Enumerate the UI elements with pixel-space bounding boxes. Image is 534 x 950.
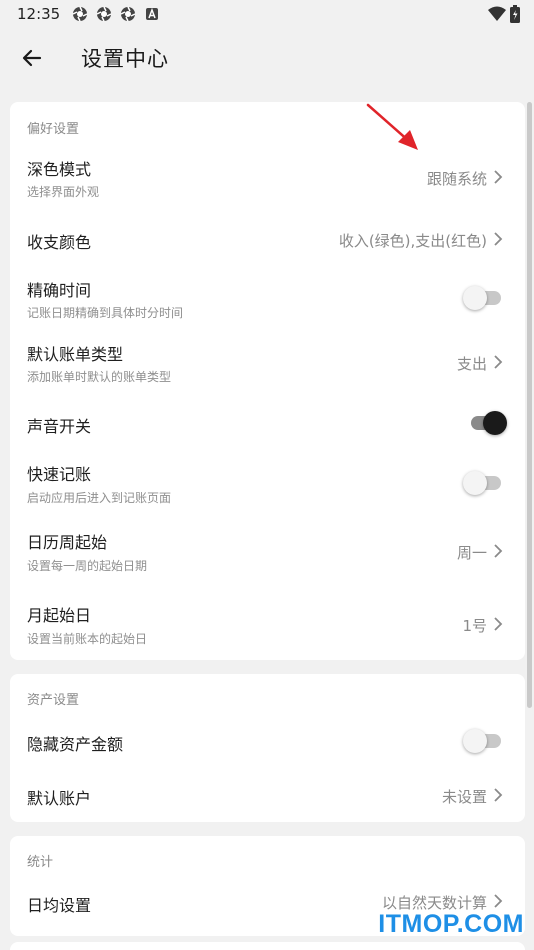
wifi-icon [488,6,506,21]
setting-title: 默认账户 [27,789,92,808]
chevron-right-icon [494,170,503,184]
annotation-arrow-icon [366,103,418,150]
setting-month-start[interactable]: 月起始日 设置当前账本的起始日 1号 [10,592,525,652]
setting-title: 收支颜色 [27,233,92,252]
chevron-right-icon [494,617,503,631]
section-title-preferences: 偏好设置 [27,122,80,137]
chevron-right-icon [494,788,503,802]
setting-title: 月起始日 [27,606,92,625]
scrollbar[interactable] [527,102,532,708]
aperture-icon [72,6,88,22]
setting-precise-time: 精确时间 记账日期精确到具体时分时间 [10,267,525,327]
watermark: ITMOP.COM [378,910,524,938]
arrow-left-icon [22,49,42,67]
setting-value: 周一 [456,544,487,562]
app-bar: 设置中心 [0,28,534,88]
setting-subtitle: 设置当前账本的起始日 [27,632,148,646]
setting-value: 支出 [456,355,487,373]
battery-icon [510,5,520,23]
setting-title: 日历周起始 [27,533,108,552]
setting-income-expense-color[interactable]: 收支颜色 收入(绿色),支出(红色) [10,214,525,264]
settings-screen: 12:35 设置中心 偏好设置 深色模式 选择界面外观 跟随系统 收支颜色 收入… [0,0,534,950]
setting-title: 精确时间 [27,281,92,300]
status-bar: 12:35 [0,0,534,28]
chevron-right-icon [494,544,503,558]
setting-title: 隐藏资产金额 [27,735,124,754]
setting-quick-bookkeeping: 快速记账 启动应用后进入到记账页面 [10,452,525,512]
setting-subtitle: 设置每一周的起始日期 [27,559,148,573]
next-card [10,942,525,950]
setting-week-start[interactable]: 日历周起始 设置每一周的起始日期 周一 [10,520,525,580]
setting-subtitle: 启动应用后进入到记账页面 [27,491,172,505]
back-button[interactable] [12,38,52,78]
setting-title: 日均设置 [27,896,92,915]
setting-title: 深色模式 [27,160,92,179]
section-title-assets: 资产设置 [27,693,80,708]
setting-value: 跟随系统 [426,170,487,188]
setting-dark-mode[interactable]: 深色模式 选择界面外观 跟随系统 [10,144,525,204]
preferences-card: 偏好设置 深色模式 选择界面外观 跟随系统 收支颜色 收入(绿色),支出(红色)… [10,102,525,660]
aperture-icon [120,6,136,22]
setting-value: 未设置 [441,788,487,806]
precise-time-switch[interactable] [463,285,507,311]
chevron-right-icon [494,232,503,246]
sound-switch[interactable] [467,410,507,436]
setting-sound: 声音开关 [10,400,525,448]
status-right [488,5,520,23]
setting-title: 默认账单类型 [27,345,124,364]
setting-title: 快速记账 [27,465,92,484]
setting-subtitle: 添加账单时默认的账单类型 [27,370,172,384]
quick-bookkeeping-switch[interactable] [463,470,507,496]
status-time: 12:35 [17,5,61,23]
setting-default-bill-type[interactable]: 默认账单类型 添加账单时默认的账单类型 支出 [10,332,525,392]
setting-title: 声音开关 [27,417,92,436]
assets-card: 资产设置 隐藏资产金额 默认账户 未设置 [10,674,525,822]
setting-default-account[interactable]: 默认账户 未设置 [10,774,525,816]
page-title: 设置中心 [81,47,169,71]
hide-amount-switch[interactable] [463,728,507,754]
aperture-icon [96,6,112,22]
setting-value: 收入(绿色),支出(红色) [338,232,487,250]
chevron-right-icon [494,355,503,369]
font-a-icon [146,7,159,20]
setting-value: 1号 [462,617,487,635]
setting-hide-asset-amount: 隐藏资产金额 [10,720,525,762]
chevron-right-icon [494,894,503,908]
setting-subtitle: 记账日期精确到具体时分时间 [27,306,184,320]
section-title-statistics: 统计 [27,855,54,870]
setting-subtitle: 选择界面外观 [27,185,100,199]
